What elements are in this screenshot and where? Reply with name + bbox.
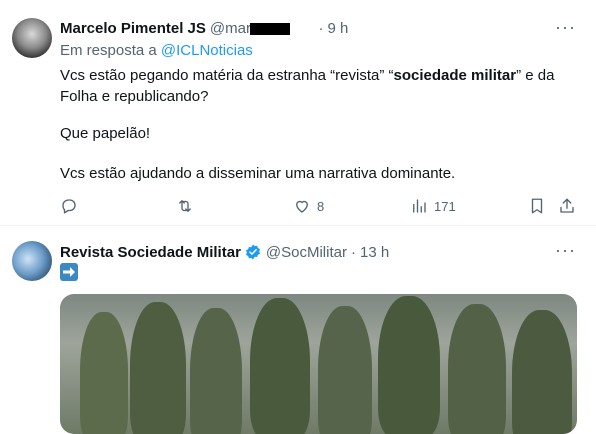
reply-button[interactable] bbox=[60, 197, 78, 215]
bookmark-button[interactable] bbox=[528, 197, 546, 215]
like-count: 8 bbox=[317, 198, 325, 214]
reply-context: Em resposta a @ICLNoticias bbox=[60, 42, 253, 59]
timestamp[interactable]: 9 h bbox=[327, 20, 348, 37]
author-name[interactable]: Marcelo Pimentel JS bbox=[60, 20, 206, 37]
reply-handle-link[interactable]: @ICLNoticias bbox=[161, 42, 253, 59]
redaction-bar bbox=[250, 23, 290, 35]
author-name[interactable]: Revista Sociedade Militar bbox=[60, 244, 241, 261]
share-button[interactable] bbox=[558, 197, 576, 215]
tweet-text-line: Folha e republicando? bbox=[60, 88, 209, 105]
tweet-reply[interactable]: Marcelo Pimentel JS @marc · 9 h ··· Em r… bbox=[0, 0, 596, 226]
action-bar: 8 171 bbox=[60, 197, 580, 217]
view-count: 171 bbox=[434, 198, 456, 214]
bold-text: sociedade militar bbox=[393, 67, 517, 84]
bookmark-icon bbox=[531, 198, 543, 214]
timestamp[interactable]: 13 h bbox=[360, 244, 389, 261]
heart-icon bbox=[296, 200, 308, 213]
avatar[interactable] bbox=[12, 241, 52, 281]
retweet-button[interactable] bbox=[176, 197, 194, 215]
author-handle[interactable]: @SocMilitar bbox=[266, 244, 347, 261]
reply-icon bbox=[62, 199, 76, 214]
tweet-header: Marcelo Pimentel JS @marc · 9 h bbox=[60, 20, 349, 37]
share-icon bbox=[560, 198, 574, 213]
tweet-header: Revista Sociedade Militar @SocMilitar · … bbox=[60, 243, 390, 261]
like-button[interactable]: 8 bbox=[293, 197, 324, 215]
tweet-text-line: Que papelão! bbox=[60, 125, 151, 142]
verified-badge-icon bbox=[245, 244, 260, 260]
tweet-text-line: Vcs estão pegando matéria da estranha “r… bbox=[60, 67, 555, 84]
tweet-text-line: Vcs estão ajudando a disseminar uma narr… bbox=[60, 165, 456, 182]
right-arrow-emoji-icon bbox=[60, 263, 78, 281]
views-button[interactable]: 171 bbox=[410, 197, 456, 215]
more-options-icon[interactable]: ··· bbox=[555, 240, 576, 261]
more-options-icon[interactable]: ··· bbox=[555, 17, 576, 38]
views-icon bbox=[413, 199, 426, 213]
retweet-icon bbox=[179, 200, 191, 212]
tweet-image[interactable] bbox=[60, 294, 577, 434]
avatar[interactable] bbox=[12, 18, 52, 58]
